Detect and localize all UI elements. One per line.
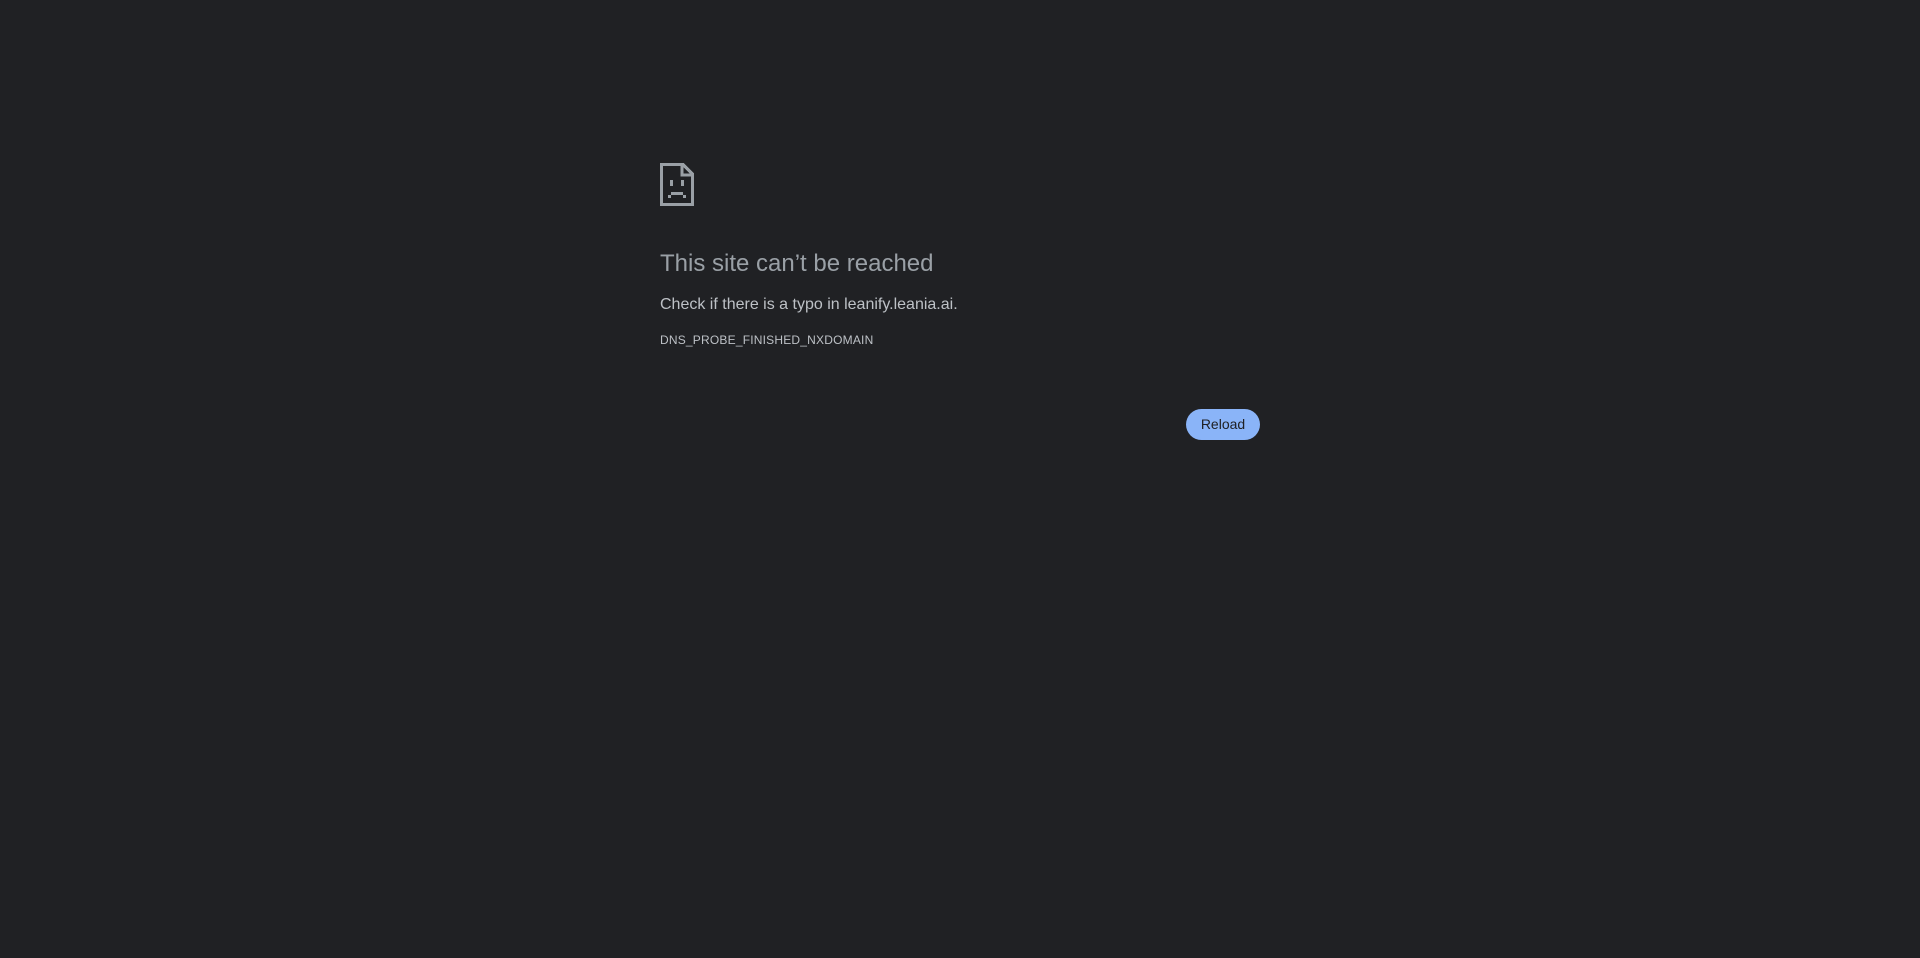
error-page: This site can’t be reached Check if ther…	[0, 0, 1920, 958]
sad-document-icon	[660, 163, 694, 206]
error-heading: This site can’t be reached	[660, 250, 934, 277]
error-container: This site can’t be reached Check if ther…	[660, 163, 1260, 348]
error-code[interactable]: DNS_PROBE_FINISHED_NXDOMAIN	[660, 332, 1260, 348]
error-suggestion: Check if there is a typo in leanify.lean…	[660, 296, 958, 313]
reload-button[interactable]: Reload	[1186, 409, 1260, 440]
